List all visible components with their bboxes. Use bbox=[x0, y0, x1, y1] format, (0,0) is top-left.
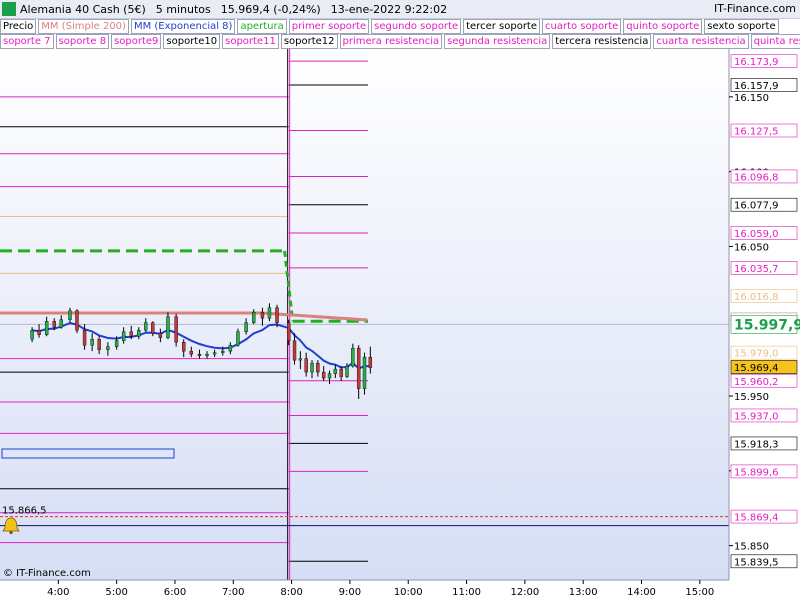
candle-body bbox=[144, 322, 148, 331]
candle-body bbox=[333, 368, 338, 374]
candle-body bbox=[137, 330, 141, 337]
candle-body bbox=[304, 358, 308, 373]
x-tick-label: 10:00 bbox=[394, 587, 423, 598]
candle-body bbox=[327, 373, 332, 379]
candle-body bbox=[321, 371, 326, 379]
candle-body bbox=[121, 331, 126, 341]
candle-body bbox=[151, 322, 155, 334]
x-tick-label: 7:00 bbox=[222, 587, 244, 598]
candle-body bbox=[97, 338, 101, 350]
candle-body bbox=[68, 310, 72, 320]
candle-body bbox=[236, 331, 240, 346]
watermark: © IT-Finance.com bbox=[3, 568, 91, 579]
candle-body bbox=[267, 307, 272, 319]
candle-body bbox=[129, 331, 133, 337]
candle-body bbox=[275, 307, 279, 323]
candle-body bbox=[182, 341, 186, 352]
candle-body bbox=[310, 362, 314, 373]
candle-body bbox=[228, 344, 233, 352]
candle-body bbox=[52, 321, 56, 328]
price-chart[interactable]: 16.15016.10016.05015.95015.90015.85016.1… bbox=[0, 0, 800, 600]
candle-body bbox=[106, 346, 110, 350]
level-label: 15.960,2 bbox=[734, 377, 779, 388]
candle-body bbox=[316, 362, 320, 373]
x-tick-label: 6:00 bbox=[164, 587, 186, 598]
ema-price-label: 15.997,9 bbox=[734, 317, 800, 333]
candle-body bbox=[82, 330, 87, 346]
candle-body bbox=[166, 316, 170, 338]
level-label: 16.096,8 bbox=[734, 172, 779, 183]
y-tick-label: 16.150 bbox=[734, 93, 769, 104]
candle-body bbox=[174, 316, 178, 343]
level-label: 16.035,7 bbox=[734, 264, 779, 275]
candle-body bbox=[30, 330, 34, 340]
candle-body bbox=[356, 347, 361, 389]
candle-body bbox=[368, 356, 373, 368]
candle-body bbox=[197, 353, 202, 356]
candle-body bbox=[339, 368, 343, 377]
x-tick-label: 4:00 bbox=[47, 587, 69, 598]
level-label: 16.157,9 bbox=[734, 81, 779, 92]
candle-body bbox=[59, 319, 63, 328]
candle-body bbox=[345, 365, 349, 377]
x-tick-label: 8:00 bbox=[280, 587, 302, 598]
candle-body bbox=[362, 356, 367, 389]
candle-body bbox=[212, 352, 217, 355]
x-tick-label: 14:00 bbox=[627, 587, 656, 598]
candle-body bbox=[251, 312, 256, 323]
candle-body bbox=[286, 322, 291, 341]
candle-body bbox=[37, 330, 41, 335]
candle-body bbox=[221, 350, 225, 353]
y-tick-label: 15.850 bbox=[734, 542, 769, 553]
x-tick-label: 9:00 bbox=[339, 587, 361, 598]
x-tick-label: 15:00 bbox=[685, 587, 714, 598]
x-tick-label: 5:00 bbox=[105, 587, 127, 598]
x-tick-label: 12:00 bbox=[510, 587, 539, 598]
ref-label: 16.016,8 bbox=[734, 292, 779, 303]
y-tick-label: 16.050 bbox=[734, 242, 769, 253]
level-label: 16.077,9 bbox=[734, 201, 779, 212]
level-label: 15.839,5 bbox=[734, 557, 779, 568]
candle-body bbox=[189, 350, 193, 355]
reference-label: 15.869,4 bbox=[734, 513, 779, 524]
candle-body bbox=[351, 347, 355, 367]
level-label: 16.059,0 bbox=[734, 229, 779, 240]
level-label: 16.173,9 bbox=[734, 57, 779, 68]
ref-label: 15.979,0 bbox=[734, 349, 779, 360]
candle-body bbox=[298, 358, 303, 361]
last-price-label: 15.969,4 bbox=[734, 363, 779, 374]
level-label: 15.899,6 bbox=[734, 467, 779, 478]
candle-body bbox=[114, 340, 119, 347]
level-label: 15.937,0 bbox=[734, 411, 779, 422]
candle-body bbox=[260, 312, 265, 319]
x-tick-label: 11:00 bbox=[452, 587, 481, 598]
candle-body bbox=[244, 322, 248, 332]
candle-body bbox=[292, 340, 297, 361]
candle-body bbox=[158, 332, 163, 338]
y-tick-label: 15.950 bbox=[734, 392, 769, 403]
candle-body bbox=[205, 353, 209, 356]
level-label: 16.127,5 bbox=[734, 127, 779, 138]
x-tick-label: 13:00 bbox=[569, 587, 598, 598]
left-level-label: 15.866,5 bbox=[2, 506, 47, 517]
level-label: 15.918,3 bbox=[734, 439, 779, 450]
candle-body bbox=[90, 338, 94, 346]
candle-body bbox=[44, 321, 49, 335]
candle-body bbox=[75, 310, 79, 331]
y-axis: 16.15016.10016.05015.95015.90015.85016.1… bbox=[729, 54, 800, 568]
